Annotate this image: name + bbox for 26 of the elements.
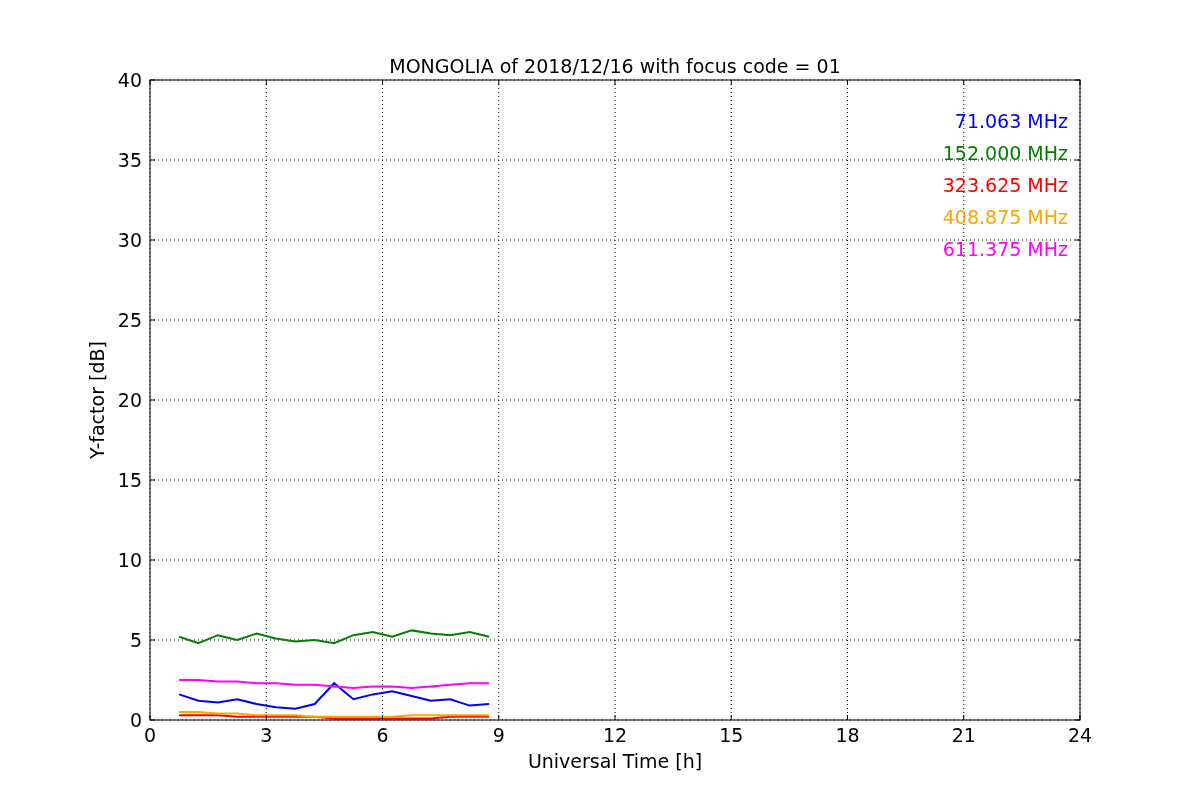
y-tick-label: 40 (117, 69, 142, 91)
legend-entry: 611.375 MHz (942, 238, 1068, 260)
y-tick-label: 15 (117, 469, 142, 491)
legend-entry: 71.063 MHz (954, 110, 1068, 132)
chart-title: MONGOLIA of 2018/12/16 with focus code = 01 (389, 55, 841, 77)
x-tick-label: 9 (492, 724, 505, 746)
y-tick-label: 30 (117, 229, 142, 251)
y-tick-label: 25 (117, 309, 142, 331)
x-tick-label: 0 (143, 724, 157, 746)
x-tick-label: 12 (602, 724, 628, 746)
x-axis-label: Universal Time [h] (527, 750, 703, 772)
legend-entry: 323.625 MHz (942, 174, 1068, 196)
legend-entry: 408.875 MHz (942, 206, 1068, 228)
y-tick-label: 20 (117, 389, 142, 411)
x-tick-label: 21 (951, 724, 976, 746)
y-axis-label: Y-factor [dB] (86, 341, 108, 459)
y-tick-label: 35 (117, 149, 142, 171)
x-tick-label: 15 (719, 724, 744, 746)
y-tick-label: 10 (117, 549, 142, 571)
y-tick-label: 5 (129, 629, 142, 651)
y-tick-label: 0 (129, 709, 142, 731)
x-tick-label: 6 (376, 724, 389, 746)
x-tick-label: 18 (835, 724, 860, 746)
x-tick-label: 24 (1067, 724, 1093, 746)
legend-entry: 152.000 MHz (942, 142, 1068, 164)
x-tick-label: 3 (260, 724, 273, 746)
